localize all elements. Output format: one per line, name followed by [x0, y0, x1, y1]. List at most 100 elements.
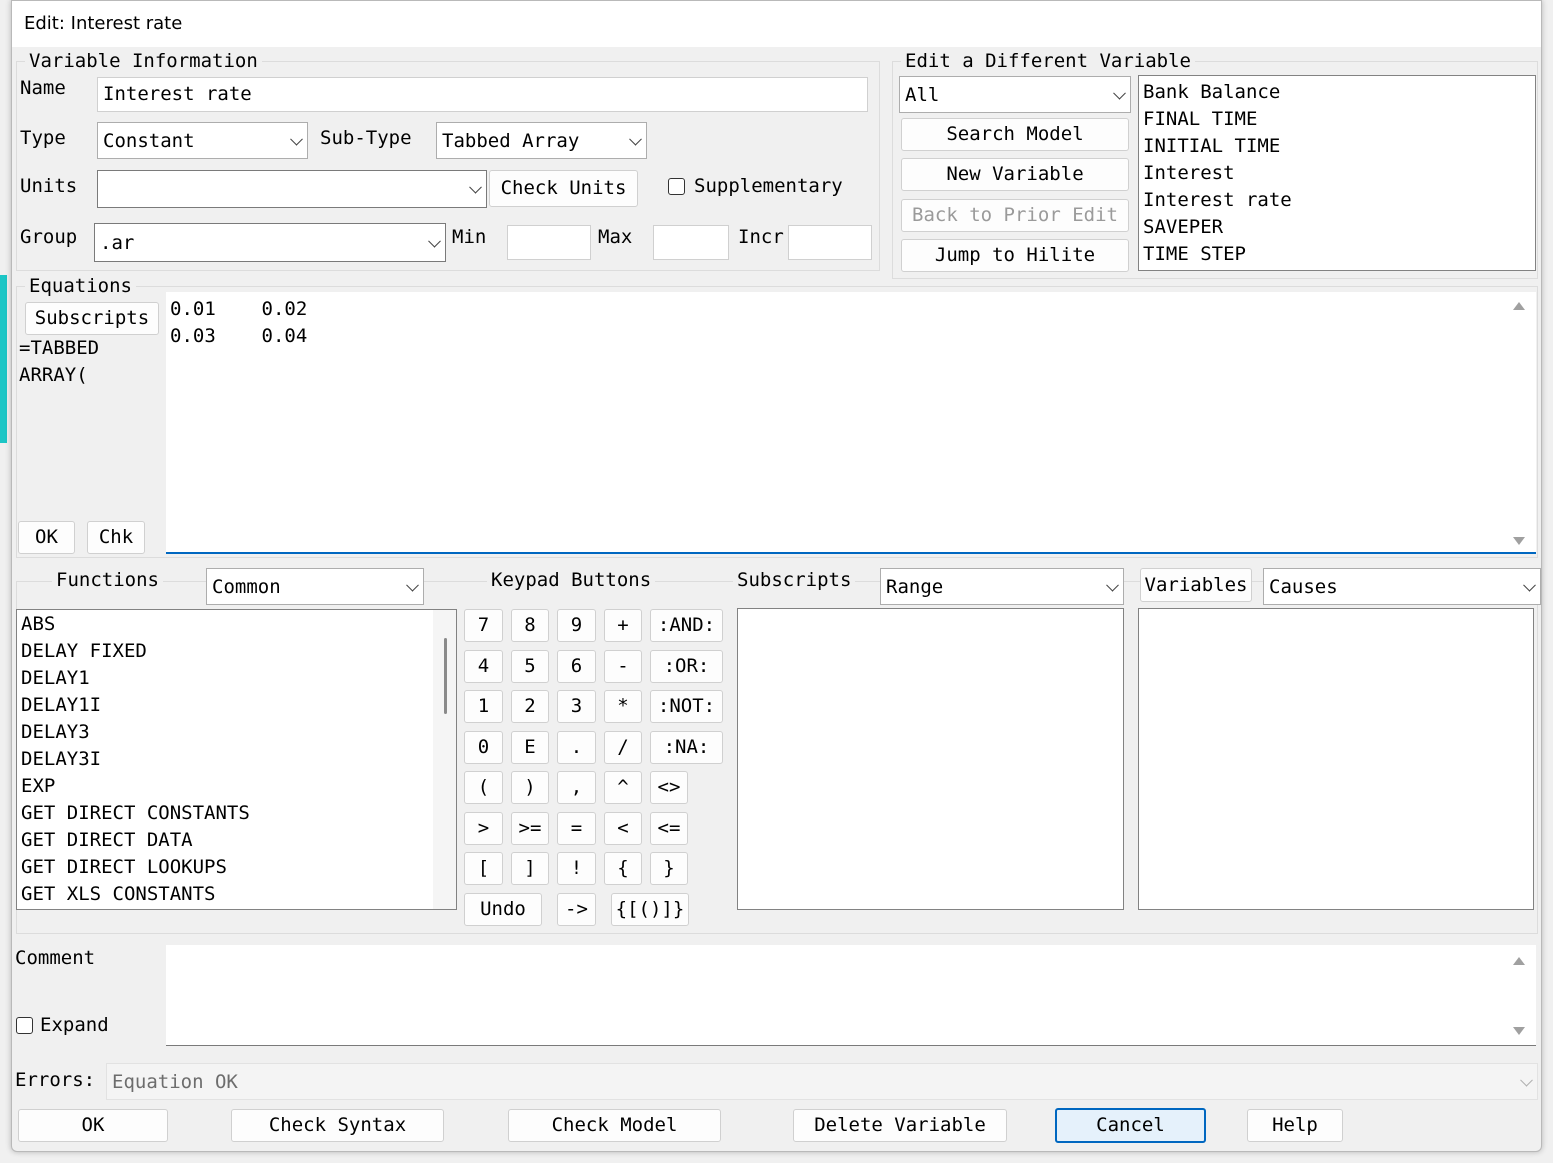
key-or[interactable]: :OR:	[650, 650, 723, 683]
key-open-bracket[interactable]: [	[464, 852, 503, 885]
supplementary-label: Supplementary	[694, 175, 843, 197]
key-9[interactable]: 9	[557, 609, 596, 642]
list-item[interactable]: GET DIRECT CONSTANTS	[17, 800, 456, 827]
group-select[interactable]: .ar	[94, 223, 446, 262]
key-5[interactable]: 5	[511, 650, 549, 683]
cancel-button[interactable]: Cancel	[1055, 1108, 1206, 1143]
key-comma[interactable]: ,	[557, 771, 596, 804]
check-syntax-button[interactable]: Check Syntax	[231, 1109, 444, 1142]
incr-input[interactable]	[788, 225, 872, 260]
units-input[interactable]	[97, 170, 487, 208]
list-item[interactable]: GET XLS CONSTANTS	[17, 881, 456, 908]
back-to-prior-edit-button[interactable]: Back to Prior Edit	[901, 199, 1129, 232]
new-variable-button[interactable]: New Variable	[901, 158, 1129, 191]
key-plus[interactable]: +	[604, 609, 642, 642]
check-model-button[interactable]: Check Model	[508, 1109, 721, 1142]
subscripts-filter-select[interactable]: Range	[880, 568, 1124, 605]
key-open-brace[interactable]: {	[604, 852, 642, 885]
max-input[interactable]	[653, 225, 729, 260]
search-model-button[interactable]: Search Model	[901, 118, 1129, 151]
type-select-value: Constant	[103, 130, 195, 152]
key-not[interactable]: :NOT:	[650, 690, 723, 723]
variable-list[interactable]: Bank Balance FINAL TIME INITIAL TIME Int…	[1138, 75, 1536, 271]
check-units-button[interactable]: Check Units	[489, 170, 638, 207]
key-less[interactable]: <	[604, 812, 642, 845]
subscripts-button[interactable]: Subscripts	[25, 302, 159, 335]
scroll-up-icon[interactable]	[1513, 957, 1525, 965]
name-input[interactable]: Interest rate	[97, 77, 868, 112]
delete-variable-button[interactable]: Delete Variable	[793, 1109, 1007, 1142]
scroll-down-icon[interactable]	[1513, 1027, 1525, 1035]
key-2[interactable]: 2	[511, 690, 549, 723]
equation-ok-button[interactable]: OK	[18, 521, 75, 554]
key-exclamation[interactable]: !	[557, 852, 596, 885]
key-3[interactable]: 3	[557, 690, 596, 723]
equation-editor[interactable]: 0.01 0.02 0.03 0.04	[166, 292, 1536, 554]
min-input[interactable]	[507, 225, 591, 260]
list-item[interactable]: TIME STEP	[1139, 241, 1535, 268]
key-0[interactable]: 0	[464, 731, 503, 764]
key-equal[interactable]: =	[557, 812, 596, 845]
list-item[interactable]: ABS	[17, 611, 456, 638]
variable-filter-select[interactable]: All	[899, 76, 1131, 113]
key-caret[interactable]: ^	[604, 771, 642, 804]
key-e[interactable]: E	[511, 731, 549, 764]
key-close-bracket[interactable]: ]	[511, 852, 549, 885]
help-button[interactable]: Help	[1247, 1109, 1343, 1142]
key-close-paren[interactable]: )	[511, 771, 549, 804]
list-item[interactable]: SAVEPER	[1139, 214, 1535, 241]
key-open-paren[interactable]: (	[464, 771, 503, 804]
list-item[interactable]: Interest	[1139, 160, 1535, 187]
list-item[interactable]: Interest rate	[1139, 187, 1535, 214]
expand-checkbox[interactable]	[16, 1017, 33, 1034]
list-item[interactable]: DELAY1I	[17, 692, 456, 719]
scroll-up-icon[interactable]	[1513, 302, 1525, 310]
key-close-brace[interactable]: }	[650, 852, 688, 885]
functions-scrollbar-thumb[interactable]	[444, 638, 447, 714]
key-dot[interactable]: .	[557, 731, 596, 764]
key-divide[interactable]: /	[604, 731, 642, 764]
supplementary-checkbox[interactable]	[668, 178, 685, 195]
subtype-select[interactable]: Tabbed Array	[436, 122, 647, 159]
key-1[interactable]: 1	[464, 690, 503, 723]
subscripts-list[interactable]	[737, 608, 1124, 910]
list-item[interactable]: GET DIRECT DATA	[17, 827, 456, 854]
list-item[interactable]: DELAY3I	[17, 746, 456, 773]
variables-button[interactable]: Variables	[1140, 568, 1252, 602]
functions-filter-select[interactable]: Common	[206, 568, 424, 605]
list-item[interactable]: DELAY1	[17, 665, 456, 692]
key-not-equal[interactable]: <>	[650, 771, 688, 804]
key-less-equal[interactable]: <=	[650, 812, 688, 845]
comment-input[interactable]	[166, 945, 1536, 1046]
key-4[interactable]: 4	[464, 650, 503, 683]
ok-button[interactable]: OK	[18, 1109, 168, 1142]
list-item[interactable]: INITIAL TIME	[1139, 133, 1535, 160]
key-multiply[interactable]: *	[604, 690, 642, 723]
key-and[interactable]: :AND:	[650, 609, 723, 642]
key-6[interactable]: 6	[557, 650, 596, 683]
key-brackets[interactable]: {[()]}	[611, 893, 689, 926]
key-na[interactable]: :NA:	[650, 731, 723, 764]
variables-list[interactable]	[1138, 608, 1534, 910]
list-item[interactable]: DELAY3	[17, 719, 456, 746]
type-select[interactable]: Constant	[97, 122, 308, 159]
key-minus[interactable]: -	[604, 650, 642, 683]
list-item[interactable]: DELAY FIXED	[17, 638, 456, 665]
undo-button[interactable]: Undo	[464, 893, 542, 926]
list-item[interactable]: FINAL TIME	[1139, 106, 1535, 133]
functions-list[interactable]: ABS DELAY FIXED DELAY1 DELAY1I DELAY3 DE…	[16, 609, 457, 910]
key-7[interactable]: 7	[464, 609, 503, 642]
scroll-down-icon[interactable]	[1513, 537, 1525, 545]
list-item[interactable]: EXP	[17, 773, 456, 800]
key-8[interactable]: 8	[511, 609, 549, 642]
key-greater[interactable]: >	[464, 812, 503, 845]
jump-to-hilite-button[interactable]: Jump to Hilite	[901, 239, 1129, 272]
key-greater-equal[interactable]: >=	[511, 812, 549, 845]
key-arrow[interactable]: ->	[557, 893, 596, 926]
list-item[interactable]: Bank Balance	[1139, 79, 1535, 106]
equation-chk-button[interactable]: Chk	[87, 521, 145, 554]
list-item[interactable]: GET DIRECT LOOKUPS	[17, 854, 456, 881]
errors-select[interactable]: Equation OK	[106, 1063, 1538, 1100]
edit-different-legend: Edit a Different Variable	[901, 50, 1195, 72]
variables-filter-select[interactable]: Causes	[1263, 568, 1541, 605]
